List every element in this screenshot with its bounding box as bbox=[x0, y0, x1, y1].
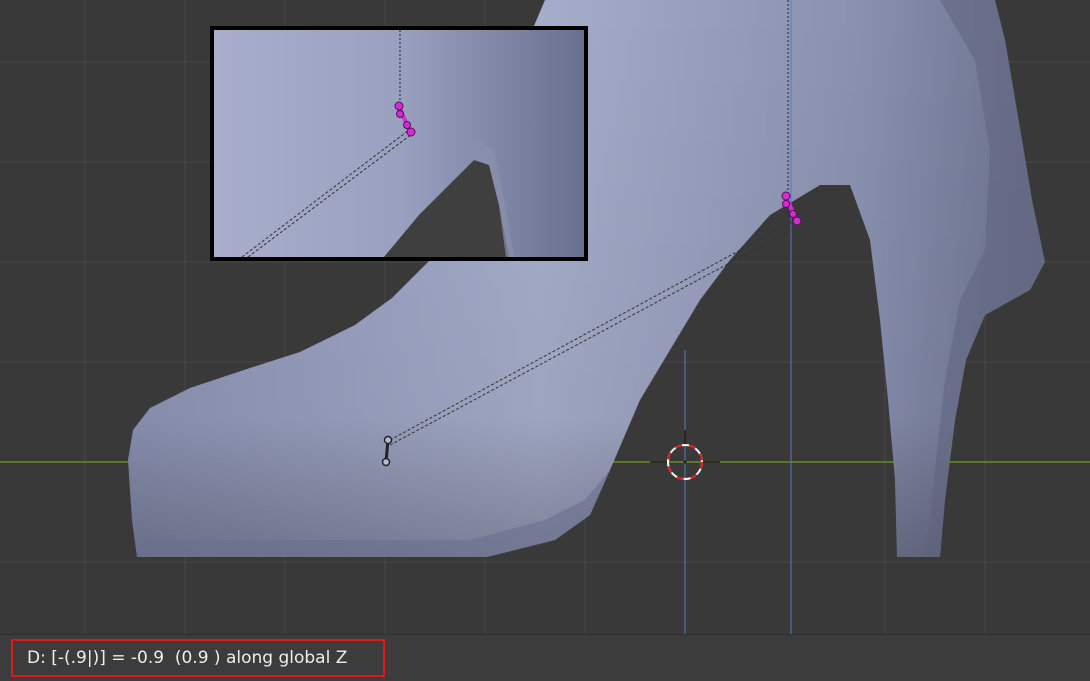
zoom-inset-canvas bbox=[214, 30, 584, 257]
3d-viewport[interactable] bbox=[0, 0, 1090, 634]
status-bar: D: [-(.9|)] = -0.9 (0.9 ) along global Z bbox=[0, 634, 1090, 681]
zoom-inset bbox=[210, 26, 588, 261]
transform-status-text: D: [-(.9|)] = -0.9 (0.9 ) along global Z bbox=[11, 639, 385, 677]
